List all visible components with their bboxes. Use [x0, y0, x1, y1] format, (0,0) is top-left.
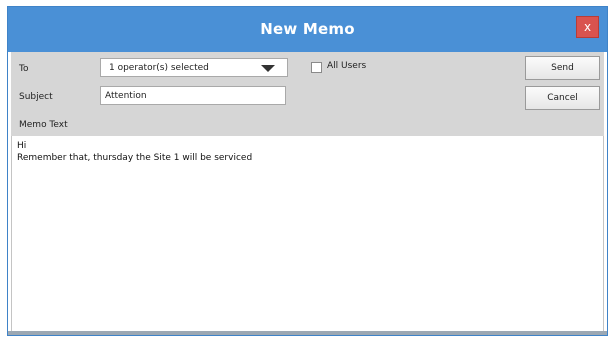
cancel-button[interactable]: Cancel [525, 86, 600, 110]
caret-down-icon [261, 65, 275, 72]
to-recipients-value: 1 operator(s) selected [109, 63, 209, 73]
to-recipients-select[interactable]: 1 operator(s) selected [100, 58, 288, 77]
memo-header-form: To 1 operator(s) selected All Users Subj… [11, 52, 604, 137]
all-users-label: All Users [327, 61, 367, 71]
all-users-checkbox[interactable]: All Users [311, 61, 391, 75]
new-memo-dialog: New Memo x To 1 operator(s) selected All… [7, 6, 608, 336]
checkbox-box[interactable] [311, 62, 322, 73]
memo-text-area[interactable]: Hi Remember that, thursday the Site 1 wi… [11, 136, 604, 332]
subject-label: Subject [19, 92, 53, 102]
memo-line: Remember that, thursday the Site 1 will … [17, 153, 253, 163]
close-button[interactable]: x [576, 16, 599, 38]
memo-text-label: Memo Text [19, 120, 68, 130]
close-icon: x [583, 20, 592, 34]
subject-field[interactable]: Attention [100, 86, 286, 105]
memo-line: Hi [17, 141, 27, 151]
send-button[interactable]: Send [525, 56, 600, 80]
window-bottom-border [8, 331, 607, 335]
to-label: To [19, 64, 29, 74]
dialog-title: New Memo [260, 20, 355, 38]
title-bar[interactable]: New Memo x [8, 7, 607, 52]
